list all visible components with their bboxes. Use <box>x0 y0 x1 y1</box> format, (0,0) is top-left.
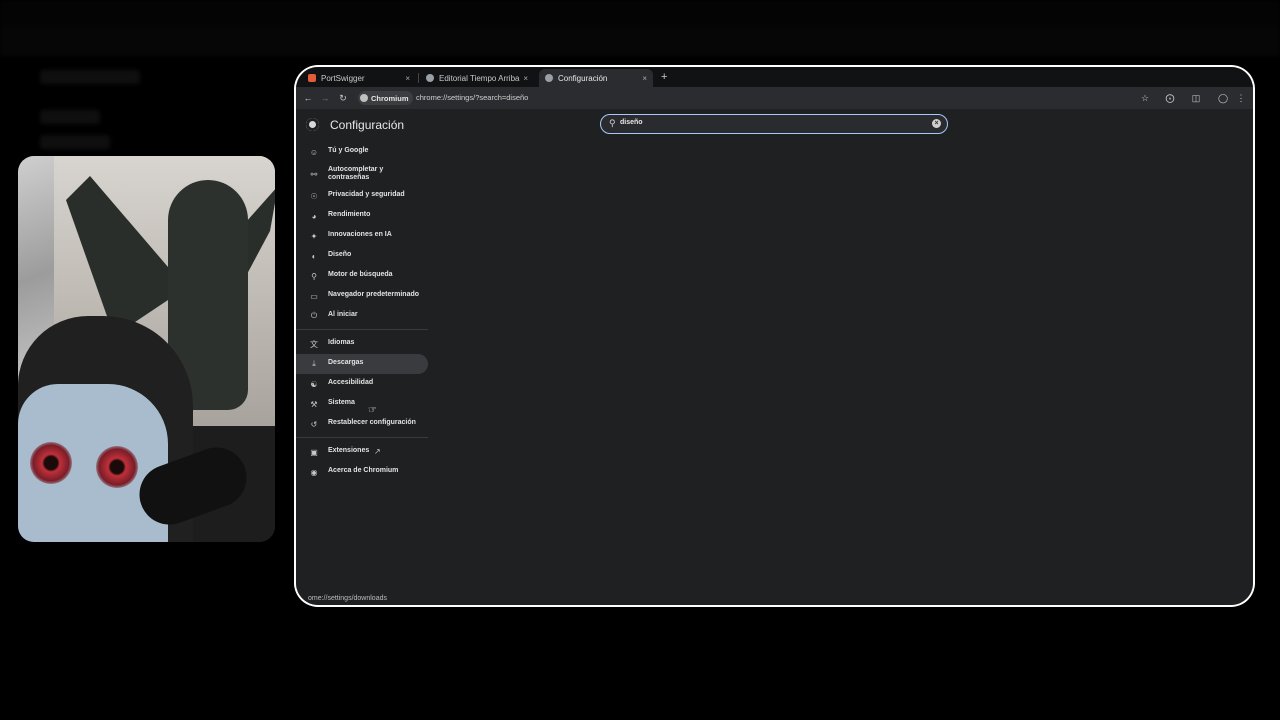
sidebar-item-label: Descargas <box>328 359 364 366</box>
tab-label: PortSwigger <box>321 73 365 83</box>
speedometer-icon: ◕ <box>311 211 317 221</box>
sidebar-item-label: Motor de búsqueda <box>328 271 393 278</box>
sidebar-item-navegador-predeterminado[interactable]: ▭ Navegador predeterminado <box>296 286 428 306</box>
sidebar-item-extensiones[interactable]: ▣ Extensiones ↗ <box>296 442 428 462</box>
sidebar-item-descargas[interactable]: ⤓ Descargas <box>296 354 428 374</box>
sidebar-item-idiomas[interactable]: 文 Idiomas <box>296 334 428 354</box>
close-icon[interactable]: × <box>642 74 647 83</box>
sidebar-item-rendimiento[interactable]: ◕ Rendimiento <box>296 206 428 226</box>
hand-pointer-cursor-icon: ☞ <box>368 405 377 416</box>
sidebar-item-autocompletar[interactable]: ⚯ Autocompletar y contraseñas <box>296 162 428 186</box>
sidebar-item-label: Idiomas <box>328 339 355 346</box>
bookmark-star-icon[interactable]: ☆ <box>1138 91 1152 105</box>
clear-search-icon[interactable]: × <box>932 119 941 128</box>
address-bar[interactable]: Chromium chrome://settings/?search=diseñ… <box>356 90 1156 106</box>
tab-portswigger[interactable]: PortSwigger × <box>302 69 416 87</box>
close-icon[interactable]: × <box>523 74 528 83</box>
external-link-icon: ↗ <box>374 447 381 456</box>
sidebar-item-innovaciones-ia[interactable]: ✦ Innovaciones en IA <box>296 226 428 246</box>
sidebar-item-sistema[interactable]: ⚒ Sistema <box>296 394 428 414</box>
site-info-chip[interactable]: Chromium <box>358 91 413 105</box>
sidebar-item-label: Navegador predeterminado <box>328 291 420 298</box>
sidebar-item-label: Restablecer configuración <box>328 419 416 426</box>
reset-icon: ↺ <box>310 419 318 429</box>
portswigger-favicon-icon <box>308 74 316 82</box>
url-text[interactable]: chrome://settings/?search=diseño <box>416 93 528 102</box>
settings-page: Configuración ⚲ diseño × ☺ Tú y Google ⚯… <box>296 109 1253 605</box>
search-icon: ⚲ <box>311 271 317 281</box>
tab-editorial[interactable]: Editorial Tiempo Arriba × <box>420 69 534 87</box>
person-icon: ☺ <box>309 147 319 157</box>
sidebar-item-tu-y-google[interactable]: ☺ Tú y Google <box>296 142 428 162</box>
puzzle-icon: ▣ <box>310 447 318 457</box>
divider <box>296 437 428 438</box>
sidebar-item-acerca-de[interactable]: ◉ Acerca de Chromium <box>296 462 428 482</box>
sparkle-icon: ✦ <box>310 231 318 241</box>
globe-icon <box>426 74 434 82</box>
chromium-icon: ◉ <box>310 467 318 477</box>
kebab-menu-icon[interactable]: ⋮ <box>1234 91 1248 105</box>
sidebar-item-label: Autocompletar y contraseñas <box>328 166 384 181</box>
side-panel-icon[interactable]: ◫ <box>1189 91 1203 105</box>
download-icon: ⤓ <box>312 359 316 368</box>
sidebar-item-label: Rendimiento <box>328 211 371 218</box>
accessibility-icon: ☯ <box>310 379 318 389</box>
settings-search-input[interactable]: ⚲ diseño × <box>600 114 948 134</box>
search-value[interactable]: diseño <box>620 119 643 126</box>
sidebar-item-label: Al iniciar <box>328 311 358 318</box>
tab-label: Editorial Tiempo Arriba <box>439 73 520 83</box>
profile-icon[interactable]: ◯ <box>1216 91 1230 105</box>
sidebar-item-motor-busqueda[interactable]: ⚲ Motor de búsqueda <box>296 266 428 286</box>
tab-strip: PortSwigger × Editorial Tiempo Arriba × … <box>296 67 1253 87</box>
key-icon: ⚯ <box>310 169 318 179</box>
chromium-settings-logo-icon <box>306 118 319 131</box>
sidebar-item-restablecer[interactable]: ↺ Restablecer configuración <box>296 414 428 434</box>
sidebar-item-label: Diseño <box>328 251 352 258</box>
shield-icon: ☉ <box>310 191 318 201</box>
palette-icon: ◐ <box>311 251 317 261</box>
toolbar: ← → ↻ Chromium chrome://settings/?search… <box>296 87 1253 109</box>
browser-window-icon: ▭ <box>310 291 318 301</box>
sidebar-item-label: Innovaciones en IA <box>328 231 392 238</box>
forward-arrow-icon[interactable]: → <box>318 91 332 105</box>
translate-icon: 文 <box>310 339 318 349</box>
back-arrow-icon[interactable]: ← <box>301 91 315 105</box>
tab-label: Configuración <box>558 73 608 83</box>
search-icon: ⚲ <box>609 118 616 128</box>
webcam-overlay <box>18 156 275 542</box>
browser-window: PortSwigger × Editorial Tiempo Arriba × … <box>296 67 1253 605</box>
sidebar-item-label: Privacidad y seguridad <box>328 191 405 198</box>
chromium-icon <box>360 94 368 102</box>
tab-configuracion[interactable]: Configuración × <box>539 69 653 87</box>
sidebar-item-privacidad[interactable]: ☉ Privacidad y seguridad <box>296 186 428 206</box>
wrench-icon: ⚒ <box>310 399 318 409</box>
sidebar-item-al-iniciar[interactable]: ⏻ Al iniciar <box>296 306 428 326</box>
sidebar-item-diseno[interactable]: ◐ Diseño <box>296 246 428 266</box>
sidebar-item-label: Acerca de Chromium <box>328 467 399 474</box>
close-icon[interactable]: × <box>405 74 410 83</box>
status-bar-url: ome://settings/downloads <box>308 595 387 602</box>
reload-icon[interactable]: ↻ <box>336 91 350 105</box>
extensions-icon[interactable]: ⨀ <box>1163 91 1177 105</box>
power-icon: ⏻ <box>310 311 318 320</box>
chip-label: Chromium <box>371 93 409 103</box>
sidebar-item-label: Extensiones <box>328 447 370 454</box>
new-tab-icon[interactable]: + <box>661 71 667 83</box>
gear-icon <box>545 74 553 82</box>
sidebar-item-label: Tú y Google <box>328 147 369 154</box>
sidebar-item-accesibilidad[interactable]: ☯ Accesibilidad <box>296 374 428 394</box>
sidebar-item-label: Accesibilidad <box>328 379 374 386</box>
divider <box>296 329 428 330</box>
page-title: Configuración <box>330 118 405 132</box>
